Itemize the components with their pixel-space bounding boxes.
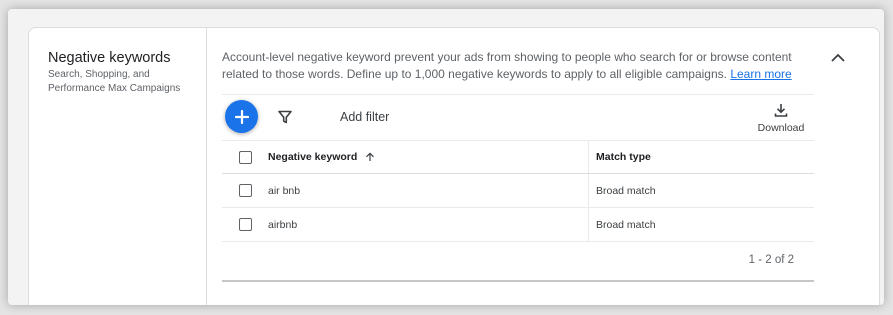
column-divider xyxy=(588,174,589,207)
table-row: airbnb Broad match xyxy=(222,208,814,242)
match-type-cell: Broad match xyxy=(596,184,656,197)
table-bottom-border xyxy=(222,280,814,282)
negative-keywords-card: Negative keywords Search, Shopping, and … xyxy=(28,27,880,305)
keyword-cell: airbnb xyxy=(268,218,298,231)
pagination-info: 1 - 2 of 2 xyxy=(748,254,794,266)
filter-icon xyxy=(278,110,292,124)
download-button[interactable]: Download xyxy=(753,102,809,134)
add-keyword-button[interactable] xyxy=(225,100,258,133)
section-subtitle: Search, Shopping, and Performance Max Ca… xyxy=(48,69,181,94)
column-divider xyxy=(588,208,589,241)
arrow-up-icon xyxy=(366,152,375,162)
download-label: Download xyxy=(757,122,805,134)
match-type-cell: Broad match xyxy=(596,218,656,231)
learn-more-link[interactable]: Learn more xyxy=(730,67,791,81)
row-checkbox[interactable] xyxy=(239,184,252,197)
header-match-type[interactable]: Match type xyxy=(596,151,651,163)
header-keyword[interactable]: Negative keyword xyxy=(268,151,375,163)
column-divider xyxy=(588,141,589,173)
description-text: Account-level negative keyword prevent y… xyxy=(222,50,792,81)
row-checkbox[interactable] xyxy=(239,218,252,231)
keyword-cell: air bnb xyxy=(268,184,301,197)
section-description: Account-level negative keyword prevent y… xyxy=(222,49,802,83)
panel-frame: Negative keywords Search, Shopping, and … xyxy=(8,9,884,305)
section-title: Negative keywords xyxy=(48,50,171,66)
add-filter-button[interactable]: Add filter xyxy=(340,110,389,124)
toolbar-divider xyxy=(222,94,814,95)
chevron-up-icon xyxy=(831,53,845,62)
table-row: air bnb Broad match xyxy=(222,174,814,208)
section-divider xyxy=(206,28,207,305)
table-header: Negative keyword Match type xyxy=(222,140,814,174)
keywords-table: Negative keyword Match type air bnb Broa… xyxy=(222,140,814,242)
select-all-checkbox[interactable] xyxy=(239,151,252,164)
collapse-button[interactable] xyxy=(827,46,849,68)
filter-button[interactable] xyxy=(277,109,293,125)
header-keyword-label: Negative keyword xyxy=(268,151,358,163)
download-icon xyxy=(774,104,788,117)
plus-icon xyxy=(234,109,249,124)
